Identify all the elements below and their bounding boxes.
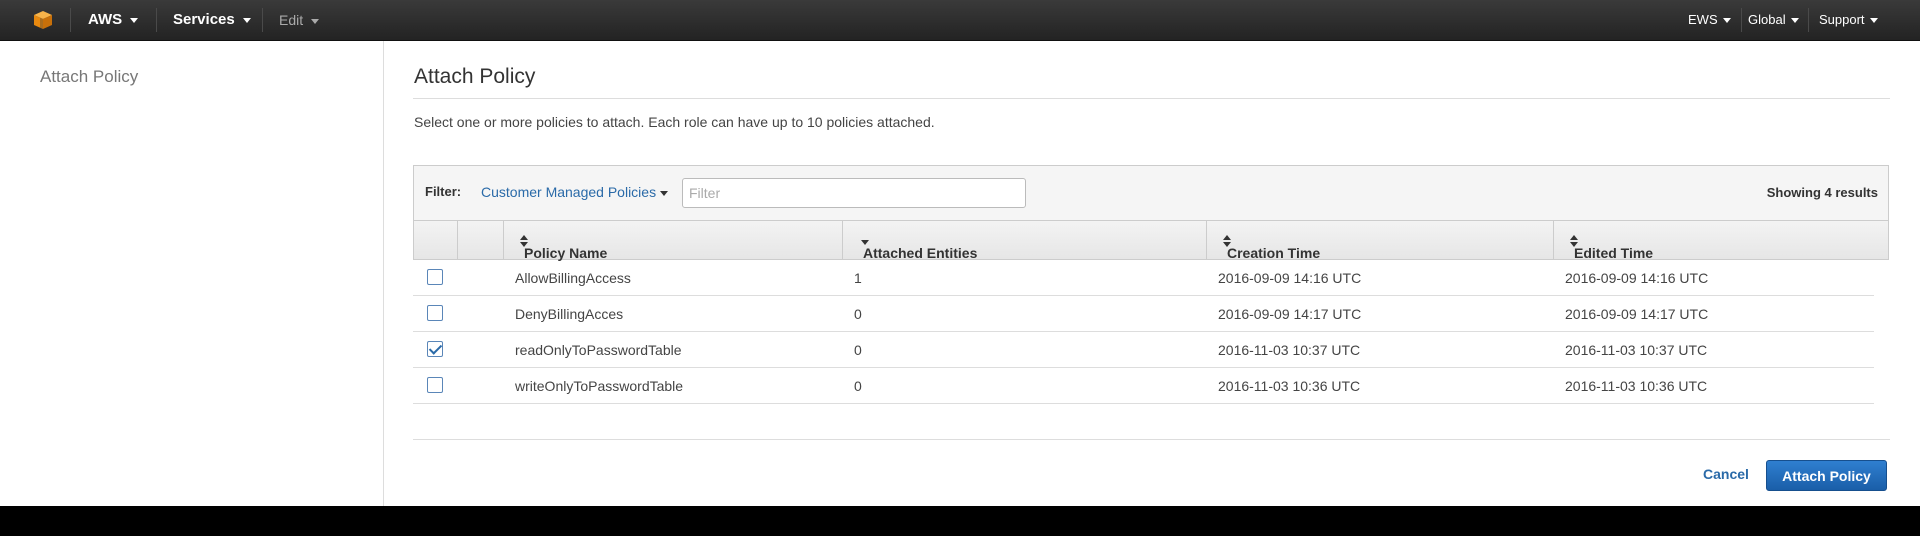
policy-name-cell[interactable]: writeOnlyToPasswordTable: [515, 378, 683, 394]
support-menu[interactable]: Support: [1819, 0, 1878, 40]
edited-time-cell: 2016-09-09 14:17 UTC: [1565, 306, 1709, 322]
divider: [1808, 8, 1809, 32]
divider: [156, 8, 157, 32]
chevron-down-icon: [242, 17, 251, 23]
column-header-attached-entities[interactable]: Attached Entities: [843, 221, 1207, 261]
divider: [413, 98, 1890, 99]
chevron-down-icon: [1790, 18, 1799, 24]
support-label: Support: [1819, 12, 1865, 27]
chevron-down-icon: [1722, 18, 1731, 24]
aws-menu[interactable]: AWS: [88, 0, 139, 40]
left-sidebar: Attach Policy: [0, 41, 384, 506]
creation-time-cell: 2016-11-03 10:36 UTC: [1218, 378, 1361, 394]
edited-time-cell: 2016-11-03 10:37 UTC: [1565, 342, 1708, 358]
chevron-down-icon: [660, 190, 669, 196]
edit-menu[interactable]: Edit: [279, 0, 320, 40]
divider: [413, 439, 1890, 440]
edited-time-header-label: Edited Time: [1574, 245, 1654, 261]
sort-icon: [1570, 235, 1578, 247]
results-count: Showing 4 results: [1766, 185, 1878, 200]
services-label: Services: [173, 11, 235, 28]
policy-name-cell[interactable]: DenyBillingAcces: [515, 306, 623, 322]
user-menu[interactable]: EWS: [1688, 0, 1731, 40]
top-navigation-bar: AWS Services Edit EWS Global Support: [0, 0, 1920, 41]
table-row[interactable]: readOnlyToPasswordTable 0 2016-11-03 10:…: [413, 332, 1874, 368]
attached-entities-cell: 0: [854, 378, 862, 394]
select-column-header: [414, 221, 458, 259]
creation-time-header-label: Creation Time: [1227, 245, 1321, 261]
page-description: Select one or more policies to attach. E…: [414, 114, 935, 130]
creation-time-cell: 2016-11-03 10:37 UTC: [1218, 342, 1361, 358]
table-row[interactable]: AllowBillingAccess 1 2016-09-09 14:16 UT…: [413, 260, 1874, 296]
creation-time-cell: 2016-09-09 14:16 UTC: [1218, 270, 1362, 286]
user-label: EWS: [1688, 12, 1718, 27]
sort-icon: [1223, 235, 1231, 247]
divider: [70, 8, 71, 32]
attached-entities-cell: 1: [854, 270, 862, 286]
creation-time-cell: 2016-09-09 14:17 UTC: [1218, 306, 1362, 322]
region-label: Global: [1748, 12, 1786, 27]
policy-table: Filter: Customer Managed Policies Showin…: [413, 165, 1889, 404]
edited-time-cell: 2016-09-09 14:16 UTC: [1565, 270, 1709, 286]
edit-label: Edit: [279, 12, 304, 28]
policy-name-cell[interactable]: readOnlyToPasswordTable: [515, 342, 682, 358]
chevron-down-icon: [311, 18, 320, 24]
attached-entities-header-label: Attached Entities: [863, 245, 978, 261]
icon-column-header: [458, 221, 504, 259]
row-checkbox[interactable]: [427, 305, 443, 321]
column-header-policy-name[interactable]: Policy Name: [504, 221, 843, 261]
policy-type-dropdown[interactable]: Customer Managed Policies: [481, 184, 669, 200]
filter-input[interactable]: [682, 178, 1026, 208]
aws-label: AWS: [88, 11, 123, 28]
column-header-edited-time[interactable]: Edited Time: [1554, 221, 1890, 261]
row-checkbox[interactable]: [427, 269, 443, 285]
aws-cube-icon[interactable]: [32, 0, 54, 40]
row-checkbox[interactable]: [427, 341, 443, 357]
region-menu[interactable]: Global: [1748, 0, 1799, 40]
policy-name-header-label: Policy Name: [524, 245, 608, 261]
attached-entities-cell: 0: [854, 306, 862, 322]
divider: [1741, 8, 1742, 32]
page-title: Attach Policy: [414, 65, 536, 88]
cancel-button[interactable]: Cancel: [1703, 466, 1749, 482]
sidebar-title: Attach Policy: [40, 67, 139, 86]
attached-entities-cell: 0: [854, 342, 862, 358]
policy-name-cell[interactable]: AllowBillingAccess: [515, 270, 631, 286]
divider: [262, 8, 263, 32]
policy-type-selected: Customer Managed Policies: [481, 184, 657, 200]
sort-icon: [520, 235, 528, 247]
chevron-down-icon: [1869, 18, 1878, 24]
services-menu[interactable]: Services: [173, 0, 251, 40]
row-checkbox[interactable]: [427, 377, 443, 393]
page-content: Attach Policy Attach Policy Select one o…: [0, 41, 1920, 506]
filter-bar: Filter: Customer Managed Policies Showin…: [413, 165, 1889, 221]
column-header-creation-time[interactable]: Creation Time: [1207, 221, 1554, 261]
table-row[interactable]: DenyBillingAcces 0 2016-09-09 14:17 UTC …: [413, 296, 1874, 332]
attach-policy-button[interactable]: Attach Policy: [1766, 460, 1887, 491]
chevron-down-icon: [130, 17, 139, 23]
table-row[interactable]: writeOnlyToPasswordTable 0 2016-11-03 10…: [413, 368, 1874, 404]
table-header: Policy Name Attached Entities Creation T…: [413, 221, 1890, 261]
edited-time-cell: 2016-11-03 10:36 UTC: [1565, 378, 1708, 394]
filter-label: Filter:: [425, 184, 462, 199]
